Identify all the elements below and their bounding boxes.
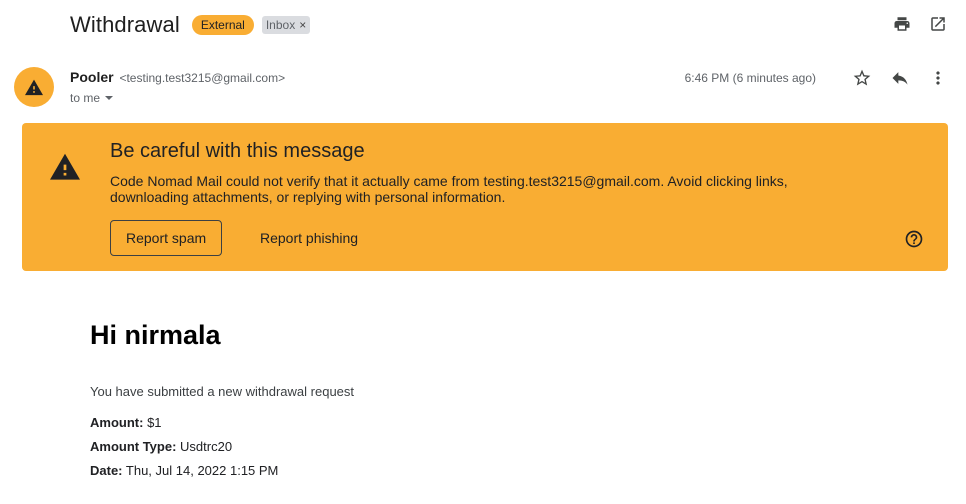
date-field: Date: Thu, Jul 14, 2022 1:15 PM (90, 463, 354, 478)
report-phishing-button[interactable]: Report phishing (252, 220, 366, 256)
help-icon[interactable] (904, 229, 924, 249)
field-label: Amount: (90, 415, 144, 430)
field-label: Amount Type: (90, 439, 177, 454)
warning-banner: Be careful with this message Code Nomad … (22, 123, 948, 271)
more-vert-icon[interactable] (926, 66, 950, 90)
inbox-label[interactable]: Inbox × (261, 16, 311, 34)
sender-avatar[interactable] (14, 67, 54, 107)
sender-info: Pooler <testing.test3215@gmail.com> to m… (70, 68, 285, 105)
sender-email: <testing.test3215@gmail.com> (119, 71, 286, 85)
warning-text: Code Nomad Mail could not verify that it… (110, 173, 788, 205)
warning-icon (25, 79, 43, 96)
inbox-label-text: Inbox (265, 18, 296, 32)
email-subject: Withdrawal (70, 12, 180, 37)
warning-title: Be careful with this message (110, 140, 365, 162)
reply-icon[interactable] (888, 66, 912, 90)
top-actions (892, 14, 948, 34)
warning-icon (48, 151, 82, 186)
field-value: Usdtrc20 (180, 439, 233, 454)
amount-field: Amount: $1 (90, 415, 354, 430)
intro-text: You have submitted a new withdrawal requ… (90, 384, 355, 399)
sender-name[interactable]: Pooler (70, 69, 114, 85)
external-badge: External (191, 15, 254, 35)
field-value: $1 (147, 415, 162, 430)
print-icon[interactable] (892, 14, 912, 34)
email-body: Hi nirmala You have submitted a new with… (90, 320, 354, 478)
report-spam-button[interactable]: Report spam (110, 220, 223, 256)
amount-type-field: Amount Type: Usdtrc20 (90, 439, 354, 454)
timestamp: 6:46 PM (6 minutes ago) (684, 71, 816, 85)
field-label: Date: (90, 463, 123, 478)
open-in-new-icon[interactable] (928, 14, 948, 34)
greeting-heading: Hi nirmala (90, 320, 221, 350)
star-icon[interactable] (850, 66, 874, 90)
recipient-label: to me (70, 91, 101, 105)
remove-label-icon[interactable]: × (299, 18, 306, 32)
chevron-down-icon (105, 96, 114, 100)
field-value: Thu, Jul 14, 2022 1:15 PM (125, 463, 279, 478)
message-meta: 6:46 PM (6 minutes ago) (685, 66, 950, 90)
subject-row: Withdrawal External Inbox × (70, 10, 311, 40)
recipient-details[interactable]: to me (70, 91, 285, 105)
